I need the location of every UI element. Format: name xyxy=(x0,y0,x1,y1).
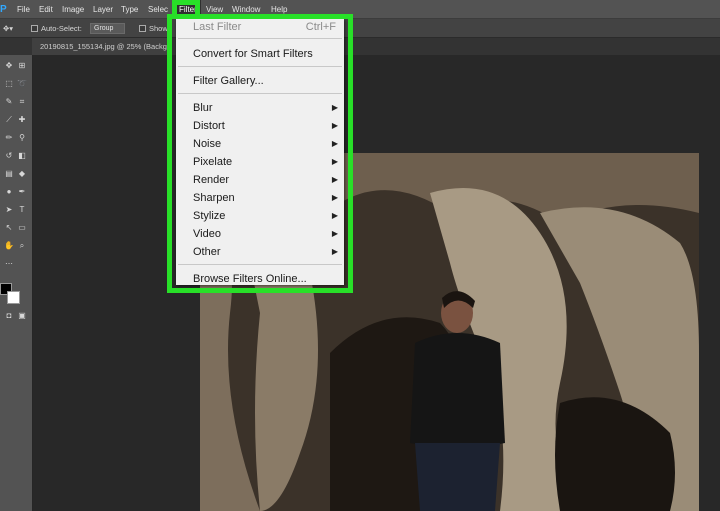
menu-layer[interactable]: Layer xyxy=(93,0,113,19)
stylize-label: Stylize xyxy=(193,210,226,222)
brush-icon[interactable]: ✏ xyxy=(4,133,14,143)
document-tab-bar: 20190815_155134.jpg @ 25% (Backg xyxy=(0,38,720,55)
background-color-swatch[interactable] xyxy=(7,291,20,304)
menu-edit[interactable]: Edit xyxy=(39,0,53,19)
last-filter-shortcut: Ctrl+F xyxy=(305,21,336,33)
photoshop-window: Ps File Edit Image Layer Type Selec Filt… xyxy=(0,0,720,511)
menu-view[interactable]: View xyxy=(206,0,223,19)
auto-select-label: Auto-Select: xyxy=(41,24,82,33)
pixelate-label: Pixelate xyxy=(193,156,233,168)
menu-help[interactable]: Help xyxy=(271,0,287,19)
menu-image[interactable]: Image xyxy=(62,0,84,19)
menu-separator xyxy=(178,66,342,67)
submenu-arrow-icon: ▶ xyxy=(331,193,338,202)
history-brush-icon[interactable]: ↺ xyxy=(4,151,14,161)
show-label: Show xyxy=(149,24,168,33)
menu-item-pixelate[interactable]: Pixelate ▶ xyxy=(176,153,344,171)
auto-select-dropdown[interactable]: Group xyxy=(90,23,125,34)
marquee-icon[interactable]: ⬚ xyxy=(4,79,14,89)
show-transform-checkbox[interactable] xyxy=(139,25,146,32)
menu-item-video[interactable]: Video ▶ xyxy=(176,225,344,243)
submenu-arrow-icon: ▶ xyxy=(331,139,338,148)
menu-bar: Ps File Edit Image Layer Type Selec Filt… xyxy=(0,0,720,19)
quick-mask-icon[interactable]: ◘ xyxy=(4,311,14,321)
submenu-arrow-icon: ▶ xyxy=(331,175,338,184)
move-icon[interactable]: ✥ xyxy=(4,61,14,71)
menu-separator xyxy=(178,264,342,265)
screen-mode-icon[interactable]: ▣ xyxy=(17,311,27,321)
canvas-area[interactable] xyxy=(34,55,720,511)
healing-icon[interactable]: ✚ xyxy=(17,115,27,125)
zoom-icon[interactable]: ⌕ xyxy=(17,241,27,251)
distort-label: Distort xyxy=(193,120,225,132)
hand-icon[interactable]: ✋ xyxy=(4,241,14,251)
menu-item-filter-gallery[interactable]: Filter Gallery... xyxy=(176,72,344,90)
artboard-icon[interactable]: ⊞ xyxy=(17,61,27,71)
menu-item-sharpen[interactable]: Sharpen ▶ xyxy=(176,189,344,207)
gradient-icon[interactable]: ▤ xyxy=(4,169,14,179)
menu-item-noise[interactable]: Noise ▶ xyxy=(176,135,344,153)
direct-select-icon[interactable]: ↖ xyxy=(4,223,14,233)
menu-item-render[interactable]: Render ▶ xyxy=(176,171,344,189)
lasso-icon[interactable]: ➰ xyxy=(17,79,27,89)
menu-file[interactable]: File xyxy=(17,0,30,19)
crop-icon[interactable]: ⌗ xyxy=(17,97,27,107)
menu-item-distort[interactable]: Distort ▶ xyxy=(176,117,344,135)
submenu-arrow-icon: ▶ xyxy=(331,157,338,166)
menu-item-browse-filters-online[interactable]: Browse Filters Online... xyxy=(176,270,344,288)
menu-type[interactable]: Type xyxy=(121,0,138,19)
path-select-icon[interactable]: ➤ xyxy=(4,205,14,215)
pen-icon[interactable]: ✒ xyxy=(17,187,27,197)
menu-item-blur[interactable]: Blur ▶ xyxy=(176,99,344,117)
menu-separator xyxy=(178,38,342,39)
app-logo: Ps xyxy=(0,4,7,15)
render-label: Render xyxy=(193,174,230,186)
other-label: Other xyxy=(193,246,221,258)
type-icon[interactable]: T xyxy=(17,205,27,215)
stamp-icon[interactable]: ⚲ xyxy=(17,133,27,143)
eraser-icon[interactable]: ◧ xyxy=(17,151,27,161)
menu-select[interactable]: Selec xyxy=(148,0,168,19)
quick-select-icon[interactable]: ✎ xyxy=(4,97,14,107)
menu-window[interactable]: Window xyxy=(232,0,260,19)
filter-dropdown-menu: Last Filter Ctrl+F Convert for Smart Fil… xyxy=(176,19,344,285)
blur-label: Blur xyxy=(193,102,213,114)
noise-label: Noise xyxy=(193,138,222,150)
menu-filter[interactable]: Filter xyxy=(175,0,201,19)
menu-item-other[interactable]: Other ▶ xyxy=(176,243,344,261)
submenu-arrow-icon: ▶ xyxy=(331,229,338,238)
eyedropper-icon[interactable]: ⟋ xyxy=(4,115,14,125)
shape-icon[interactable]: ▭ xyxy=(17,223,27,233)
move-tool-icon[interactable]: ✥▾ xyxy=(3,19,13,38)
submenu-arrow-icon: ▶ xyxy=(331,121,338,130)
options-bar: ✥▾ Auto-Select: Group Show xyxy=(0,19,720,38)
tools-panel: ✥ ⊞ ⬚ ➰ ✎ ⌗ ⟋ ✚ ✏ ⚲ ↺ ◧ ▤ ◆ ● ✒ ➤ T ↖ ▭ … xyxy=(0,55,33,511)
auto-select-checkbox[interactable] xyxy=(31,25,38,32)
submenu-arrow-icon: ▶ xyxy=(331,103,338,112)
video-label: Video xyxy=(193,228,221,240)
submenu-arrow-icon: ▶ xyxy=(331,211,338,220)
sharpen-label: Sharpen xyxy=(193,192,235,204)
menu-item-stylize[interactable]: Stylize ▶ xyxy=(176,207,344,225)
last-filter-label: Last Filter xyxy=(193,21,242,33)
menu-separator xyxy=(178,93,342,94)
document-tab[interactable]: 20190815_155134.jpg @ 25% (Backg xyxy=(32,38,172,55)
dodge-icon[interactable]: ● xyxy=(4,187,14,197)
menu-item-convert-smart-filters[interactable]: Convert for Smart Filters xyxy=(176,45,344,63)
submenu-arrow-icon: ▶ xyxy=(331,247,338,256)
menu-item-last-filter[interactable]: Last Filter Ctrl+F xyxy=(176,18,344,36)
edit-toolbar-icon[interactable]: ⋯ xyxy=(4,259,14,269)
blur-icon[interactable]: ◆ xyxy=(17,169,27,179)
